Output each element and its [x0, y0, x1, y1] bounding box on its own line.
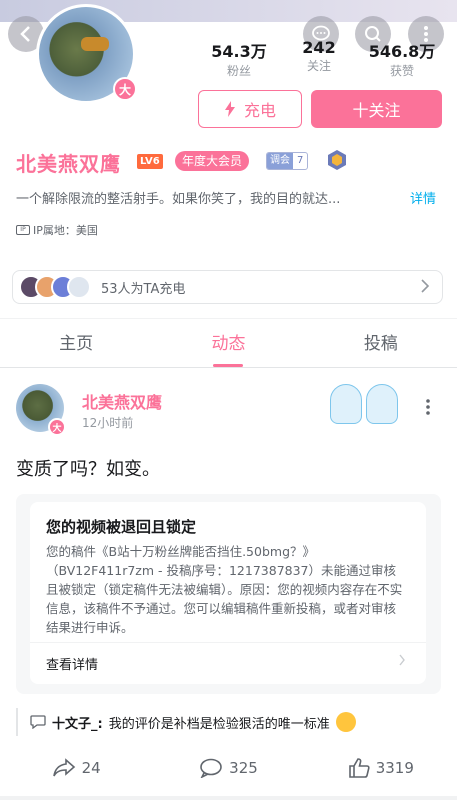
chevron-right-icon — [420, 278, 430, 298]
post-more-button[interactable] — [425, 398, 431, 416]
post-author-name[interactable]: 北美燕双鹰 — [82, 389, 162, 413]
vip-badge: 大 — [113, 77, 137, 101]
share-icon — [52, 758, 75, 777]
comment-count: 325 — [229, 759, 258, 777]
likes-label: 获赞 — [389, 64, 414, 78]
annual-member-badge[interactable]: 年度大会员 — [175, 151, 250, 171]
like-button[interactable]: 3319 — [305, 748, 457, 788]
comment-author[interactable]: 十文子_: — [52, 713, 103, 732]
medal-name: 调会 — [267, 153, 293, 169]
share-count: 24 — [81, 759, 101, 777]
fan-medal[interactable]: 调会 7 — [266, 152, 309, 170]
ip-icon: IP — [16, 225, 30, 235]
fans-label: 粉丝 — [226, 64, 251, 78]
stat-fans[interactable]: 54.3万 粉丝 — [200, 38, 278, 79]
level-badge: LV6 — [137, 154, 163, 169]
stat-following[interactable]: 242 关注 — [286, 38, 352, 74]
view-details-link[interactable]: 查看详情 — [46, 654, 98, 673]
follow-button[interactable]: 十关注 — [311, 90, 442, 128]
supporter-avatar — [67, 275, 91, 299]
divider — [30, 642, 426, 643]
profile-bio: 一个解除限流的整活射手。如果你笑了，我的目的就达... — [16, 192, 341, 207]
comment-icon — [200, 758, 222, 778]
bio-detail-link[interactable]: 详情 — [410, 188, 436, 207]
post-actions: 24 325 3319 — [0, 748, 457, 788]
stat-likes[interactable]: 546.8万 获赞 — [360, 38, 444, 79]
likes-count: 546.8万 — [368, 42, 436, 61]
comment-button[interactable]: 325 — [152, 748, 304, 788]
charge-button[interactable]: 充电 — [198, 90, 302, 128]
chevron-left-icon — [20, 26, 30, 42]
share-button[interactable]: 24 — [0, 748, 152, 788]
post-content: 变质了吗？如变。 — [16, 459, 160, 480]
notice-body: 您的稿件《B站十万粉丝牌能否挡住.50bmg？》（BV12F411r7zm - … — [46, 544, 403, 635]
notice-title: 您的视频被退回且锁定 — [46, 518, 197, 536]
profile-name: 北美燕双鹰 — [16, 152, 121, 176]
ip-location: IP IP属地：美国 — [16, 222, 98, 238]
comment-icon — [30, 715, 46, 729]
post-time: 12小时前 — [82, 416, 134, 430]
tab-home[interactable]: 主页 — [0, 319, 152, 367]
fans-count: 54.3万 — [211, 42, 267, 61]
thumbs-up-icon — [348, 758, 370, 778]
charge-button-label: 充电 — [243, 101, 276, 120]
more-vertical-icon — [426, 399, 430, 415]
post-vip-badge: 大 — [48, 418, 66, 436]
like-count: 3319 — [375, 759, 414, 777]
lightning-icon — [224, 101, 235, 117]
medal-level: 7 — [297, 155, 304, 166]
comment-text: 我的评价是补档是检验狠活的唯一标准 — [108, 716, 330, 732]
decoration-sticker — [330, 378, 402, 424]
emoji-icon — [335, 712, 356, 732]
tab-dynamics[interactable]: 动态 — [152, 319, 304, 367]
charge-count-text: 53人为TA充电 — [101, 281, 186, 297]
following-count: 242 — [302, 38, 336, 57]
ip-location-text: IP属地：美国 — [33, 224, 98, 237]
profile-tabs: 主页 动态 投稿 — [0, 318, 457, 368]
charge-supporters-bar[interactable]: 53人为TA充电 — [12, 270, 443, 304]
divider — [0, 796, 457, 800]
top-comment[interactable]: 十文子_: 我的评价是补档是检验狠活的唯一标准 — [16, 708, 441, 736]
award-icon[interactable] — [326, 149, 348, 171]
following-label: 关注 — [306, 59, 331, 73]
tab-uploads[interactable]: 投稿 — [305, 319, 457, 367]
chevron-right-icon — [398, 654, 406, 670]
